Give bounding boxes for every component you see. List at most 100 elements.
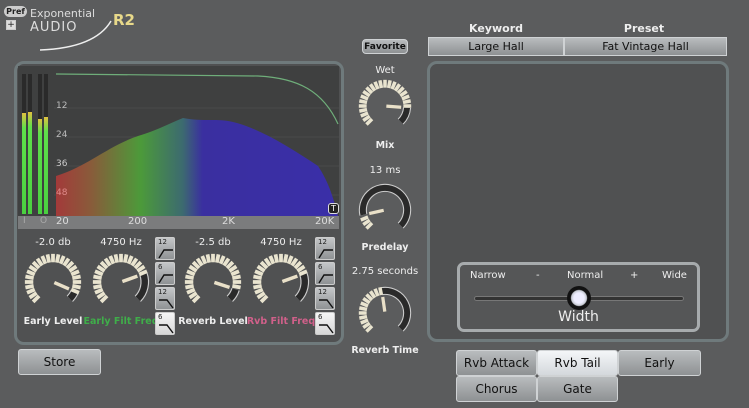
product-name: R2 [113,11,135,29]
early-filt-freq-label: Early Filt Freq [83,316,159,327]
knob-tick [94,287,104,295]
knob-tick [360,215,369,222]
preset-dropdown[interactable]: Fat Vintage Hall [564,37,727,56]
tab-rvb-tail[interactable]: Rvb Tail [537,350,618,376]
freq-tick: 20K [315,216,335,227]
meter-fill [28,111,32,214]
width-narrow-label: Narrow [470,270,506,281]
knob-tick [378,286,384,296]
knob-tick [93,283,103,290]
knob-tick [373,288,380,297]
keyword-dropdown[interactable]: Large Hall [428,37,564,56]
lowpass-12db-button[interactable]: 12 [315,287,335,310]
meter-label-in: I [23,216,26,226]
width-title: Width [558,309,599,325]
knob-tick [273,254,280,264]
knob-tick [390,81,397,90]
knob-tick [230,269,240,277]
rvb-filt-freq-value: 4750 Hz [260,237,302,248]
knob-pointer [381,296,387,312]
knob-tick [108,255,116,265]
reverb-time-label: Reverb Time [351,345,419,356]
keyword-label: Keyword [469,22,523,35]
tab-chorus[interactable]: Chorus [456,376,537,402]
highpass-6db-button[interactable]: 6 [315,262,335,285]
early-filt-freq-value: 4750 Hz [100,237,142,248]
knob-tick [71,283,81,290]
freq-tick: 2K [222,216,235,227]
predelay-knob[interactable] [356,181,414,239]
lowpass-curve-icon [159,324,174,334]
knob-tick [200,255,208,265]
reverb-time-knob[interactable] [356,284,414,342]
store-button[interactable]: Store [18,349,101,375]
in-meter [22,74,26,214]
lowpass-curve-icon [319,299,334,309]
width-plus-label: + [630,270,639,281]
highpass-12db-button[interactable]: 12 [315,237,335,260]
width-normal-label: Normal [567,270,604,281]
pref-button[interactable]: Pref [4,6,27,17]
knob-tick [358,107,368,113]
predelay-label: Predelay [361,242,409,253]
add-button[interactable]: + [6,20,16,30]
width-control: Narrow - Normal + Wide Width [457,262,700,332]
reverb-level-knob[interactable] [182,251,244,313]
reverb-level-label: Reverb Level [178,316,248,327]
knob-tick [286,255,294,265]
knob-tick [26,269,36,277]
knob-pointer [281,274,298,284]
reverb-time-value: 2.75 seconds [351,266,419,277]
highpass-curve-icon [318,249,333,259]
mix-value: Wet [375,65,395,76]
preset-label: Preset [623,22,665,35]
knob-tick [254,287,264,295]
knob-tick [373,81,380,90]
t-button[interactable]: T [328,203,339,214]
knob-tick [360,318,369,325]
knob-tick [25,274,35,281]
knob-tick [401,94,410,101]
lowpass-6db-button[interactable]: 6 [155,312,175,335]
width-slider-thumb[interactable] [567,286,591,310]
spectrum-fill [56,118,338,216]
mix-knob[interactable] [356,77,414,135]
knob-tick [231,283,241,290]
meter-fill [22,113,26,214]
knob-tick [253,274,263,281]
knob-tick [402,99,412,105]
early-level-knob[interactable] [22,251,84,313]
freq-tick: 20 [56,216,69,227]
tab-early[interactable]: Early [618,350,701,376]
freq-tick: 200 [128,216,148,227]
brand-logo: Exponential AUDIO [30,7,112,51]
db-tick: 48 [56,188,68,198]
highpass-6db-button[interactable]: 6 [155,262,175,285]
knob-tick [358,306,368,312]
knob-tick [71,274,81,281]
knob-pointer [213,280,231,290]
knob-tick [93,274,103,281]
predelay-value: 13 ms [369,165,401,176]
knob-tick [268,255,276,265]
tab-gate[interactable]: Gate [537,376,618,402]
knob-tick [185,274,195,281]
knob-tick [358,314,368,320]
early-filt-freq-knob[interactable] [90,251,152,313]
knob-tick [218,255,226,265]
tab-rvb-attack[interactable]: Rvb Attack [456,350,537,376]
meter-fill [38,118,42,214]
lowpass-12db-button[interactable]: 12 [155,287,175,310]
favorite-button[interactable]: Favorite [362,39,408,54]
knob-tick [360,111,369,118]
knob-tick [25,283,35,290]
knob-tick [186,269,196,277]
knob-tick [113,254,120,264]
highpass-12db-button[interactable]: 12 [155,237,175,260]
knob-tick [386,79,392,89]
knob-tick [231,274,241,281]
lowpass-6db-button[interactable]: 6 [315,312,335,335]
rvb-filt-freq-knob[interactable] [250,251,312,313]
knob-tick [360,94,369,101]
spectrum-display: I O 12 24 36 48 20 200 2K 20K T [18,66,339,229]
